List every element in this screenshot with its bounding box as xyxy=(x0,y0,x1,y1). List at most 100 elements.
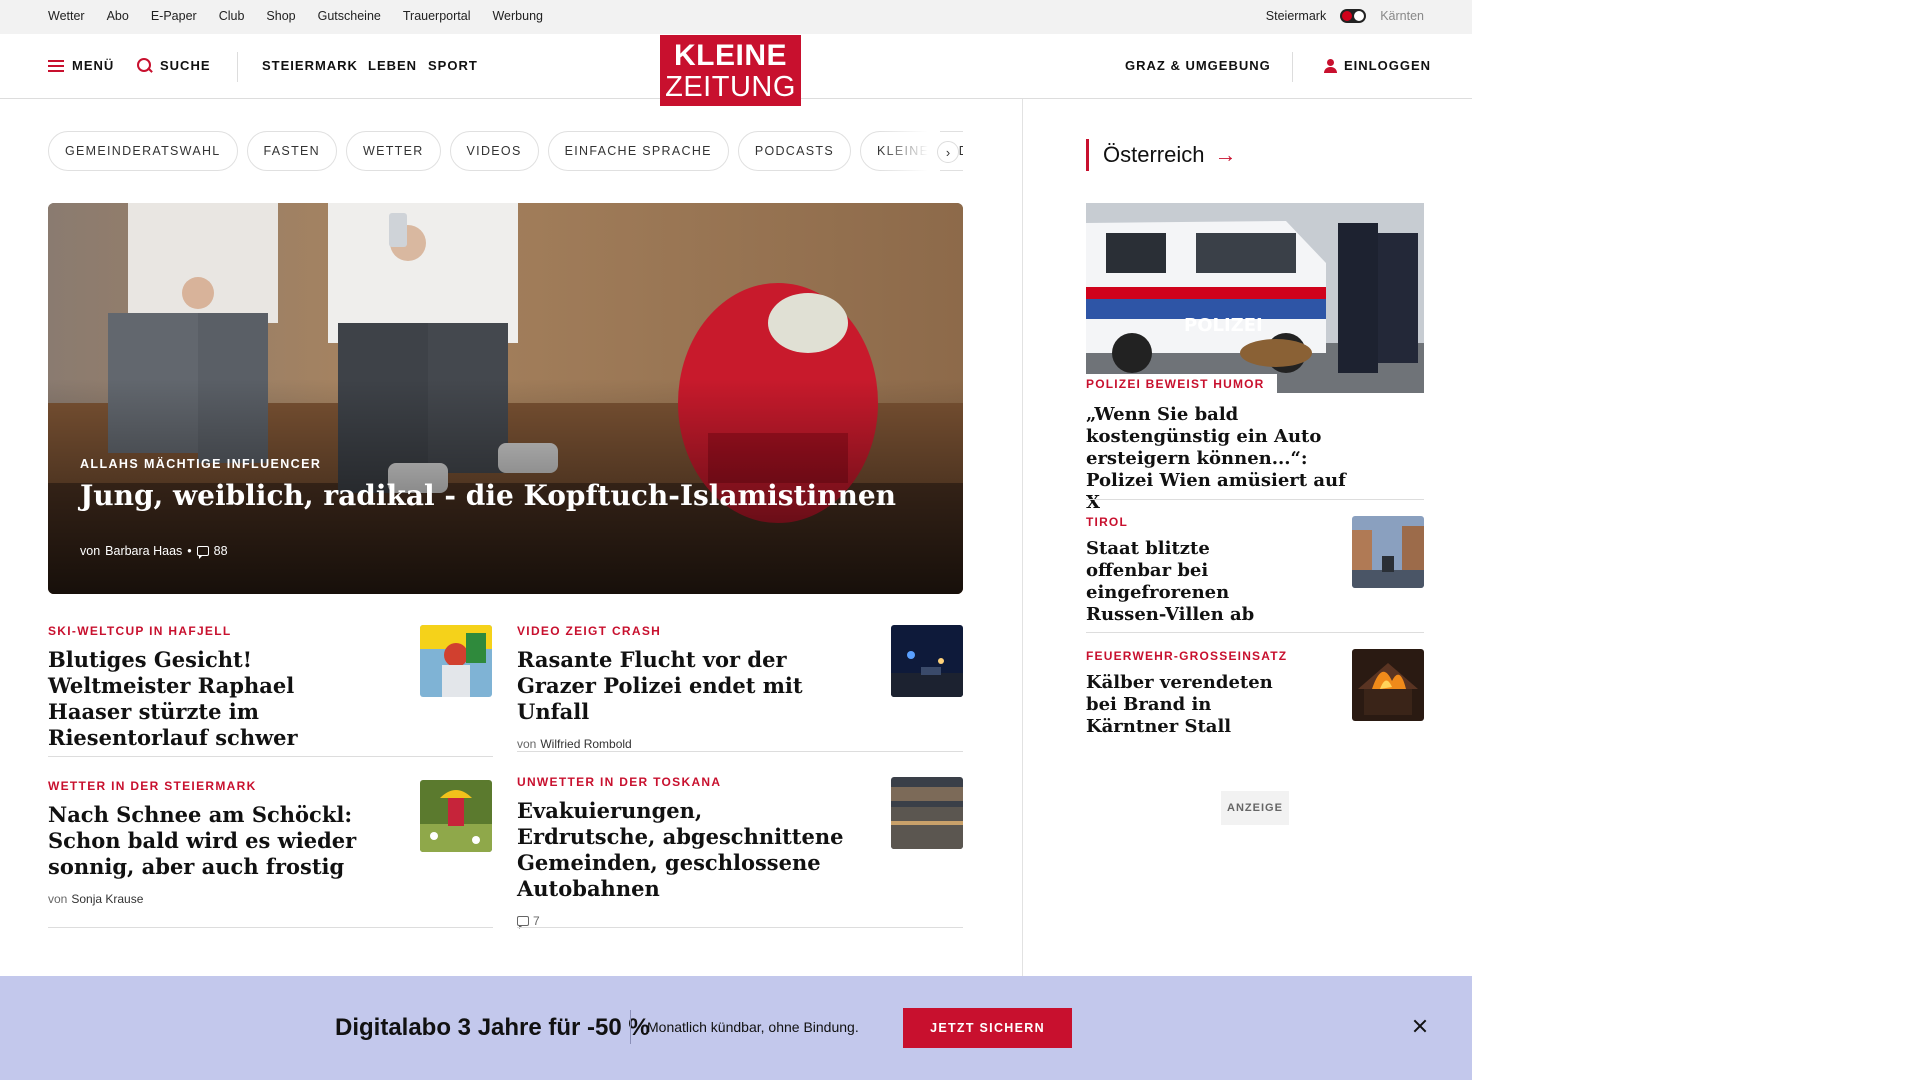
site-logo[interactable]: KLEINE ZEITUNG xyxy=(660,35,801,106)
column-divider xyxy=(1022,99,1023,979)
article-teaser[interactable]: UNWETTER IN DER TOSKANA Evakuierungen, E… xyxy=(517,775,847,929)
topic-chip[interactable]: EINFACHE SPRACHE xyxy=(547,131,729,171)
divider xyxy=(1086,632,1424,633)
utility-link-epaper[interactable]: E-Paper xyxy=(151,9,197,23)
utility-link-abo[interactable]: Abo xyxy=(107,9,129,23)
promo-headline: Digitalabo 3 Jahre für -50 % xyxy=(335,1014,650,1041)
nav-divider xyxy=(237,52,238,82)
snow-flowers-image xyxy=(420,780,492,852)
hero-image xyxy=(48,203,963,594)
sidebar-thumbnail[interactable] xyxy=(1352,649,1424,721)
sidebar-kicker: TIROL xyxy=(1086,515,1128,529)
utility-link-shop[interactable]: Shop xyxy=(266,9,295,23)
topic-chip[interactable]: VIDEOS xyxy=(449,131,539,171)
comment-count[interactable]: 7 xyxy=(533,914,540,928)
hero-headline[interactable]: Jung, weiblich, radikal - die Kopftuch-I… xyxy=(80,479,896,512)
login-label: EINLOGGEN xyxy=(1344,58,1432,73)
barn-fire-image xyxy=(1352,649,1424,721)
user-icon xyxy=(1324,58,1337,73)
sidebar-title[interactable]: Kälber verendeten bei Brand in Kärntner … xyxy=(1086,672,1296,738)
comment-icon xyxy=(517,916,529,929)
promo-cta-button[interactable]: JETZT SICHERN xyxy=(903,1008,1072,1048)
region-switcher: Steiermark Kärnten xyxy=(1266,9,1424,23)
article-kicker: VIDEO ZEIGT CRASH xyxy=(517,624,662,638)
utility-link-wetter[interactable]: Wetter xyxy=(48,9,85,23)
utility-link-werbung[interactable]: Werbung xyxy=(492,9,543,23)
flood-river-image xyxy=(891,777,963,849)
page: Wetter Abo E-Paper Club Shop Gutscheine … xyxy=(0,0,1472,1080)
hero-article[interactable]: ALLAHS MÄCHTIGE INFLUENCER Jung, weiblic… xyxy=(48,203,963,594)
article-teaser[interactable]: WETTER IN DER STEIERMARK Nach Schnee am … xyxy=(48,779,378,906)
subscription-promo-bar: Digitalabo 3 Jahre für -50 % Monatlich k… xyxy=(0,976,1472,1080)
article-thumbnail[interactable] xyxy=(420,625,492,697)
article-title[interactable]: Rasante Flucht vor der Grazer Polizei en… xyxy=(517,647,847,725)
sidebar-teaser[interactable]: FEUERWEHR-GROSSEINSATZ Kälber verendeten… xyxy=(1086,649,1296,738)
article-kicker: WETTER IN DER STEIERMARK xyxy=(48,779,257,793)
article-thumbnail[interactable] xyxy=(891,777,963,849)
sidebar-teaser[interactable]: TIROL Staat blitzte offenbar bei eingefr… xyxy=(1086,515,1296,626)
utility-link-club[interactable]: Club xyxy=(219,9,245,23)
comment-icon xyxy=(196,546,209,559)
topic-chip[interactable]: FASTEN xyxy=(246,131,337,171)
topic-chip[interactable]: WETTER xyxy=(345,131,441,171)
close-icon[interactable] xyxy=(1410,1016,1430,1036)
byline-prefix: von xyxy=(517,737,537,751)
nav-link-sport[interactable]: SPORT xyxy=(428,58,478,73)
topic-chip[interactable]: PODCASTS xyxy=(737,131,851,171)
region-toggle[interactable] xyxy=(1340,9,1367,23)
author-name[interactable]: Barbara Haas xyxy=(105,544,182,558)
hamburger-icon xyxy=(48,59,64,72)
article-thumbnail[interactable] xyxy=(891,625,963,697)
article-byline: 7 xyxy=(517,914,847,929)
article-kicker: UNWETTER IN DER TOSKANA xyxy=(517,775,722,789)
region-kaernten[interactable]: Kärnten xyxy=(1380,9,1424,23)
article-byline: von Sonja Krause xyxy=(48,892,378,906)
author-name[interactable]: Wilfried Rombold xyxy=(540,737,631,751)
menu-label: MENÜ xyxy=(72,58,115,73)
chevron-right-icon[interactable]: › xyxy=(937,141,959,163)
section-heading-oesterreich[interactable]: Österreich → xyxy=(1086,139,1236,171)
menu-button[interactable]: MENÜ xyxy=(48,58,114,73)
sidebar-hero-title[interactable]: „Wenn Sie bald kostengünstig ein Auto er… xyxy=(1086,404,1366,514)
police-van-image: POLIZEI xyxy=(1086,203,1424,393)
divider xyxy=(517,751,963,752)
sidebar-kicker: FEUERWEHR-GROSSEINSATZ xyxy=(1086,649,1288,663)
divider xyxy=(517,927,963,928)
article-thumbnail[interactable] xyxy=(420,780,492,852)
divider xyxy=(1086,499,1424,500)
logo-line-1: KLEINE xyxy=(673,39,787,72)
ad-label: ANZEIGE xyxy=(1221,791,1289,825)
ski-image xyxy=(420,625,492,697)
article-title[interactable]: Nach Schnee am Schöckl: Schon bald wird … xyxy=(48,802,378,880)
nav-link-steiermark[interactable]: STEIERMARK xyxy=(262,58,358,73)
nav-link-leben[interactable]: LEBEN xyxy=(368,58,417,73)
article-teaser[interactable]: VIDEO ZEIGT CRASH Rasante Flucht vor der… xyxy=(517,624,847,751)
login-button[interactable]: EINLOGGEN xyxy=(1324,58,1431,73)
utility-link-trauerportal[interactable]: Trauerportal xyxy=(403,9,471,23)
region-steiermark[interactable]: Steiermark xyxy=(1266,9,1326,23)
sidebar-thumbnail[interactable] xyxy=(1352,516,1424,588)
article-teaser[interactable]: SKI-WELTCUP IN HAFJELL Blutiges Gesicht!… xyxy=(48,624,378,751)
divider xyxy=(48,756,493,757)
article-title[interactable]: Evakuierungen, Erdrutsche, abgeschnitten… xyxy=(517,798,847,902)
search-button[interactable]: SUCHE xyxy=(137,58,211,73)
sidebar-title[interactable]: Staat blitzte offenbar bei eingefrorenen… xyxy=(1086,538,1296,626)
comment-count[interactable]: 88 xyxy=(214,544,228,558)
hero-kicker: ALLAHS MÄCHTIGE INFLUENCER xyxy=(80,457,322,471)
hero-byline: von Barbara Haas • 88 xyxy=(80,544,228,559)
sidebar-hero-image[interactable]: POLIZEI xyxy=(1086,203,1424,393)
utility-bar: Wetter Abo E-Paper Club Shop Gutscheine … xyxy=(0,0,1472,34)
topic-chip[interactable]: GEMEINDERATSWAHL xyxy=(48,131,238,171)
van-lettering: POLIZEI xyxy=(1184,315,1263,336)
topic-chips: GEMEINDERATSWAHL FASTEN WETTER VIDEOS EI… xyxy=(48,131,963,171)
author-name[interactable]: Sonja Krause xyxy=(71,892,143,906)
promo-divider xyxy=(630,1010,631,1044)
byline-prefix: von xyxy=(48,892,68,906)
sidebar-hero-kicker: POLIZEI BEWEIST HUMOR xyxy=(1086,374,1277,396)
utility-link-gutscheine[interactable]: Gutscheine xyxy=(318,9,381,23)
arrow-right-icon: → xyxy=(1214,142,1237,167)
main-nav: MENÜ SUCHE STEIERMARK LEBEN SPORT KLEINE… xyxy=(0,34,1472,106)
region-link-graz[interactable]: GRAZ & UMGEBUNG xyxy=(1125,58,1271,73)
article-kicker: SKI-WELTCUP IN HAFJELL xyxy=(48,624,232,638)
article-title[interactable]: Blutiges Gesicht! Weltmeister Raphael Ha… xyxy=(48,647,378,751)
